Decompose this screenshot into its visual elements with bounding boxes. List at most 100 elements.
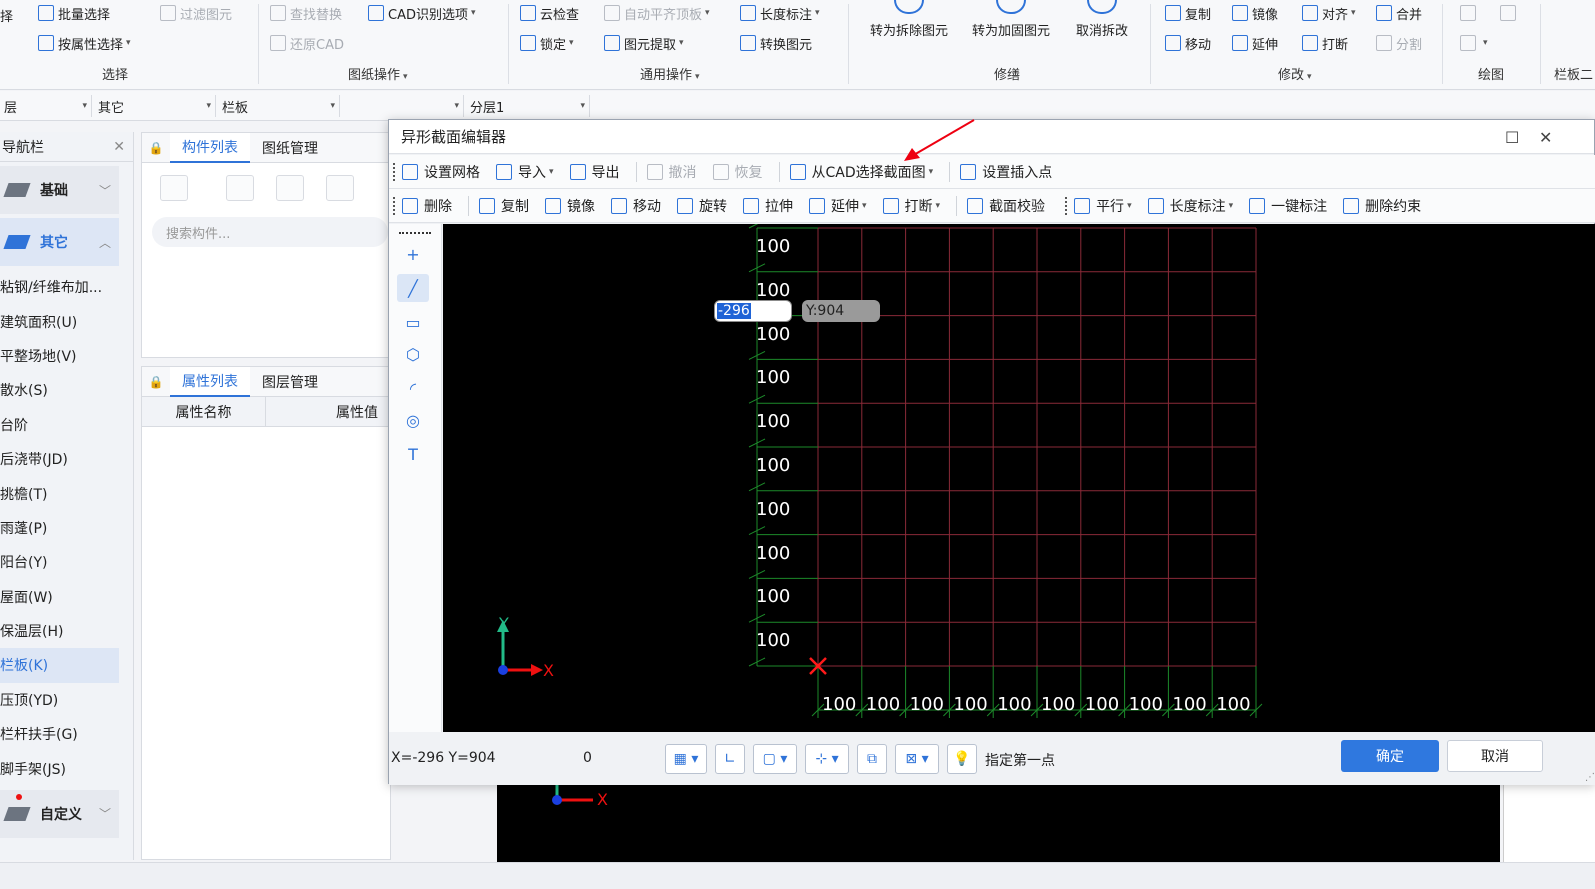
align-button[interactable]: 对齐 ▾ — [1302, 2, 1356, 24]
find-replace-button[interactable]: 查找替换 — [270, 2, 342, 24]
filter-elements-button[interactable]: 过滤图元 — [160, 2, 232, 24]
stretch-button[interactable]: 拉伸 — [743, 196, 793, 216]
nav-item[interactable]: 建筑面积(U) — [0, 304, 119, 338]
dlg-break-button[interactable]: 打断 ▾ — [882, 196, 940, 216]
layer-select[interactable]: 分层1 ▾ — [466, 95, 590, 117]
new-component-button[interactable] — [160, 175, 188, 201]
verify-section-button[interactable]: 截面校验 — [967, 196, 1045, 216]
break-button[interactable]: 打断 — [1302, 32, 1348, 54]
length-dim-button[interactable]: 长度标注 ▾ — [740, 2, 820, 24]
attr-select-button[interactable]: 按属性选择 ▾ — [38, 32, 131, 54]
convert-button[interactable]: 转换图元 — [740, 32, 812, 54]
coord-y-input[interactable]: Y:904 — [802, 300, 880, 322]
nav-item[interactable]: 保温层(H) — [0, 614, 119, 648]
nav-item-selected[interactable]: 栏板(K) — [0, 648, 119, 683]
maximize-icon[interactable]: ☐ — [1505, 128, 1519, 147]
rect-tool-icon[interactable]: ▭ — [397, 308, 429, 336]
rotate-button[interactable]: 旋转 — [677, 196, 727, 216]
lock-icon[interactable]: 🔒 — [142, 133, 170, 163]
nav-item[interactable]: 挑檐(T) — [0, 476, 119, 510]
auto-dim-button[interactable]: 一键标注 — [1249, 196, 1327, 216]
undo-button[interactable]: 撤消 — [646, 162, 697, 182]
dlg-copy-button[interactable]: 复制 — [479, 196, 529, 216]
grid-snap-button[interactable]: ▦ ▾ — [665, 744, 707, 774]
nav-item[interactable]: 屋面(W) — [0, 580, 119, 614]
object-snap-button[interactable]: ▢ ▾ — [753, 744, 797, 774]
redo-button[interactable]: 恢复 — [712, 162, 763, 182]
nav-item[interactable]: 平整场地(V) — [0, 339, 119, 373]
main-drawing-canvas[interactable]: X — [497, 784, 1500, 862]
component-select[interactable]: ▾ — [342, 95, 464, 117]
nav-item[interactable]: 栏杆扶手(G) — [0, 717, 119, 751]
draw-line-button[interactable] — [1460, 2, 1480, 24]
circle-tool-icon[interactable]: ◎ — [397, 406, 429, 434]
ok-button[interactable]: 确定 — [1341, 740, 1439, 772]
export-button[interactable]: 导出 — [569, 162, 620, 182]
copy-button[interactable]: 复制 — [1165, 2, 1211, 24]
parallel-button[interactable]: 平行 ▾ — [1074, 196, 1132, 216]
nav-item[interactable]: 阳台(Y) — [0, 545, 119, 579]
nav-category-basic[interactable]: 基础 ﹀ — [0, 166, 119, 214]
draw-arc-button[interactable]: ▾ — [1460, 32, 1488, 54]
tab-layer-manage[interactable]: 图层管理 — [250, 367, 330, 397]
split-button[interactable]: 分割 — [1376, 32, 1422, 54]
dlg-extend-button[interactable]: 延伸 ▾ — [809, 196, 867, 216]
search-input[interactable]: 搜索构件... — [152, 217, 388, 247]
delete-constraint-button[interactable]: 删除约束 — [1343, 196, 1421, 216]
resize-grip-icon[interactable]: ⋰ — [1585, 772, 1595, 783]
hint-button[interactable]: 💡 — [947, 744, 977, 774]
to-demolish-button[interactable]: 转为拆除图元 — [870, 0, 948, 39]
batch-select-button[interactable]: 批量选择 — [38, 2, 110, 24]
track-button[interactable]: ⊹ ▾ — [805, 744, 849, 774]
cad-options-button[interactable]: CAD识别选项 ▾ — [368, 2, 476, 24]
polygon-tool-icon[interactable]: ⬡ — [397, 340, 429, 368]
nav-item[interactable]: 雨蓬(P) — [0, 511, 119, 545]
cancel-button[interactable]: 取消 — [1447, 740, 1543, 772]
point-tool-icon[interactable]: + — [397, 240, 429, 268]
to-reinforce-button[interactable]: 转为加固图元 — [972, 0, 1050, 39]
nav-item[interactable]: 后浇带(JD) — [0, 442, 119, 476]
lock-icon[interactable]: 🔒 — [142, 367, 170, 397]
close-icon[interactable]: ✕ — [1539, 128, 1552, 147]
nav-category-custom[interactable]: 自定义 ﹀ — [0, 789, 119, 838]
nav-item[interactable]: 脚手架(JS) — [0, 751, 119, 785]
merge-button[interactable]: 合并 — [1376, 2, 1422, 24]
floor-select[interactable]: 层 ▾ — [0, 95, 92, 117]
import-button[interactable]: 导入 ▾ — [496, 162, 554, 182]
dynamic-input-button[interactable]: ⧉ — [857, 744, 887, 774]
nav-item[interactable]: 压顶(YD) — [0, 683, 119, 717]
arc-tool-icon[interactable]: ◜ — [397, 374, 429, 402]
delete-button[interactable]: 删除 — [402, 196, 452, 216]
cancel-demolish-button[interactable]: 取消拆改 — [1076, 0, 1128, 39]
cloud-check-button[interactable]: 云检查 — [520, 2, 579, 24]
category-select[interactable]: 其它 ▾ — [94, 95, 216, 117]
mirror-button[interactable]: 镜像 — [1232, 2, 1278, 24]
restore-cad-button[interactable]: 还原CAD — [270, 32, 344, 54]
set-grid-button[interactable]: 设置网格 — [402, 162, 480, 182]
nav-item[interactable]: 台阶 — [0, 408, 119, 442]
ortho-button[interactable]: ∟ — [715, 744, 745, 774]
line-tool-icon[interactable]: ╱ — [397, 274, 429, 302]
type-select[interactable]: 栏板 ▾ — [218, 95, 340, 117]
extract-button[interactable]: 图元提取 ▾ — [604, 32, 684, 54]
extend-button[interactable]: 延伸 — [1232, 32, 1278, 54]
nav-item[interactable]: 散水(S) — [0, 373, 119, 407]
tab-component-list[interactable]: 构件列表 — [170, 132, 250, 163]
move-button[interactable]: 移动 — [1165, 32, 1211, 54]
coord-x-input[interactable]: -296 — [714, 300, 792, 322]
auto-flat-top-button[interactable]: 自动平齐顶板 ▾ — [604, 2, 710, 24]
selection-filter-button[interactable]: ⊠ ▾ — [895, 744, 939, 774]
nav-category-other[interactable]: 其它 ︿ — [0, 218, 119, 266]
section-drawing-canvas[interactable]: 100 100 100 100 100 100 100 100 100 100 100 100 100… — [443, 224, 1595, 732]
dlg-length-dim-button[interactable]: 长度标注 ▾ — [1147, 196, 1233, 216]
dlg-move-button[interactable]: 移动 — [611, 196, 661, 216]
delete-component-button[interactable] — [276, 175, 304, 201]
draw-rect-button[interactable] — [1500, 2, 1520, 24]
tab-property-list[interactable]: 属性列表 — [170, 366, 250, 397]
duplicate-component-button[interactable] — [326, 175, 354, 201]
tab-drawing-manage[interactable]: 图纸管理 — [250, 133, 330, 163]
text-tool-icon[interactable]: T — [397, 440, 429, 468]
dlg-mirror-button[interactable]: 镜像 — [545, 196, 595, 216]
copy-component-button[interactable] — [226, 175, 254, 201]
lock-button[interactable]: 锁定 ▾ — [520, 32, 574, 54]
